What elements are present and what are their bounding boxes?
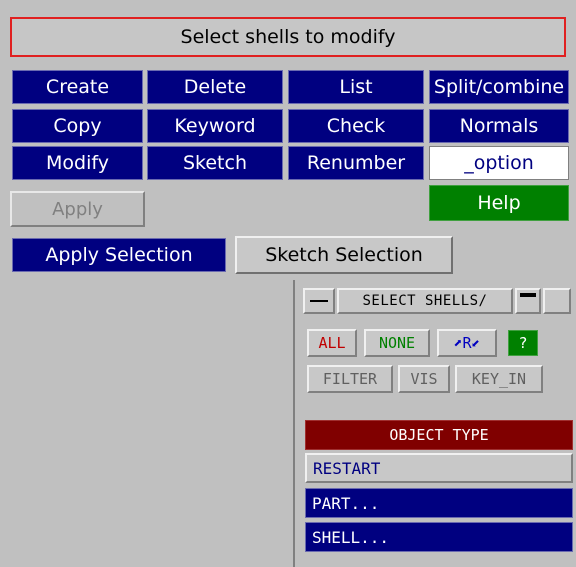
keyword-button[interactable]: Keyword	[147, 109, 283, 143]
object-type-shell[interactable]: SHELL...	[305, 522, 573, 552]
page-title-text: Select shells to modify	[180, 26, 396, 48]
renumber-button[interactable]: Renumber	[288, 146, 424, 180]
copy-button[interactable]: Copy	[12, 109, 143, 143]
filter-button[interactable]: FILTER	[307, 365, 393, 393]
help-question-button[interactable]: ?	[508, 330, 538, 356]
create-button[interactable]: Create	[12, 70, 143, 104]
sketch-selection-button[interactable]: Sketch Selection	[235, 236, 453, 274]
apply-button[interactable]: Apply	[10, 191, 145, 227]
key-in-button[interactable]: KEY_IN	[455, 365, 543, 393]
select-panel-header: SELECT SHELLS/	[303, 286, 573, 318]
list-button[interactable]: List	[288, 70, 424, 104]
delete-button[interactable]: Delete	[147, 70, 283, 104]
apply-selection-button[interactable]: Apply Selection	[12, 238, 226, 272]
select-none-button[interactable]: NONE	[364, 329, 430, 357]
object-type-restart[interactable]: RESTART	[305, 453, 573, 483]
reverse-button-label: R	[462, 334, 472, 352]
reverse-right-arrow-icon: ⬋	[471, 334, 481, 352]
minimize-icon	[310, 300, 328, 302]
page-title: Select shells to modify	[10, 17, 566, 57]
split-combine-button[interactable]: Split/combine	[429, 70, 569, 104]
option-button[interactable]: _option	[429, 146, 569, 180]
help-button[interactable]: Help	[429, 185, 569, 221]
object-type-header: OBJECT TYPE	[305, 420, 573, 450]
select-panel-title: SELECT SHELLS/	[337, 288, 513, 314]
minimize-button[interactable]	[303, 288, 335, 314]
object-type-part[interactable]: PART...	[305, 488, 573, 518]
reverse-left-arrow-icon: ⬈	[453, 334, 463, 352]
collapse-button[interactable]	[515, 288, 541, 314]
reverse-button[interactable]: ⬈ R ⬋	[437, 329, 497, 357]
vis-button[interactable]: VIS	[398, 365, 450, 393]
normals-button[interactable]: Normals	[429, 109, 569, 143]
maximize-button[interactable]	[543, 288, 571, 314]
check-button[interactable]: Check	[288, 109, 424, 143]
sketch-button[interactable]: Sketch	[147, 146, 283, 180]
bar-icon	[520, 293, 536, 297]
select-all-button[interactable]: ALL	[307, 329, 357, 357]
modify-button[interactable]: Modify	[12, 146, 143, 180]
